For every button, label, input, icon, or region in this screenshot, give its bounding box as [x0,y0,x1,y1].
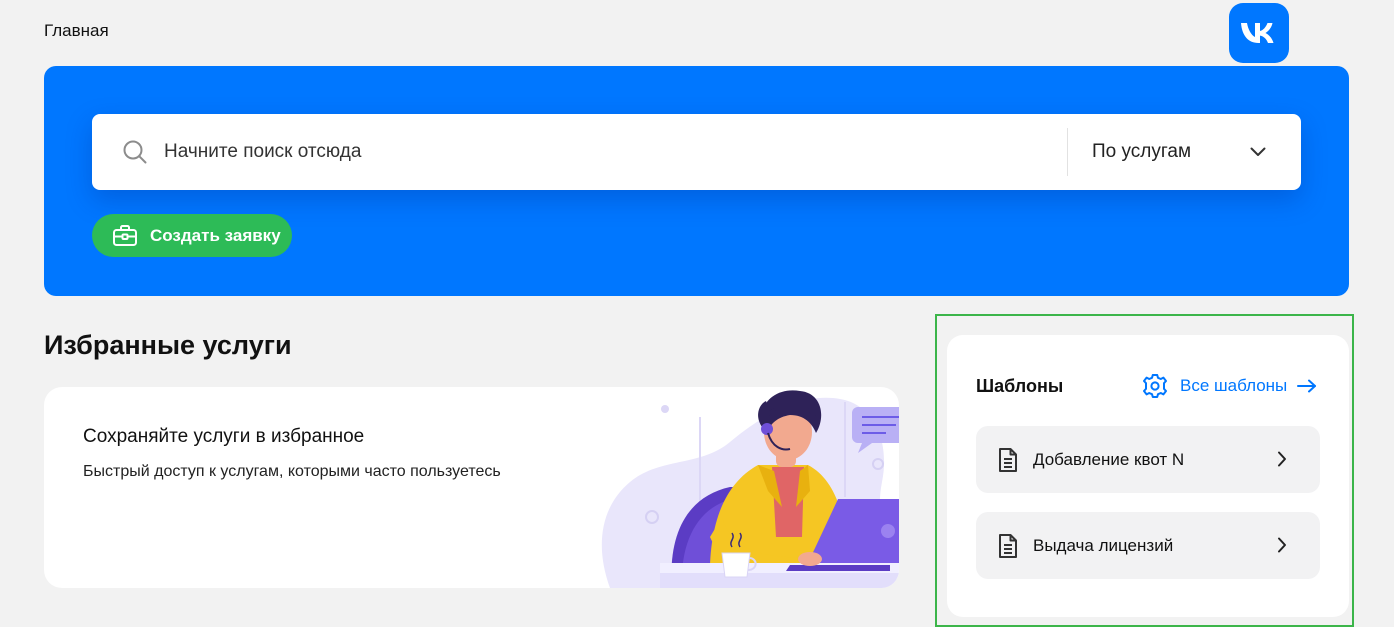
hero-banner: По услугам Создать заявку [44,66,1349,296]
vk-logo-icon[interactable] [1229,3,1289,63]
create-request-button[interactable]: Создать заявку [92,214,292,257]
chevron-down-icon [1250,144,1266,162]
search-scope-value: По услугам [1092,141,1192,162]
template-item[interactable]: Выдача лицензий [976,512,1320,579]
favorites-empty-title: Сохраняйте услуги в избранное [83,426,365,447]
all-templates-label: Все шаблоны [1180,376,1288,395]
chevron-right-icon [1277,451,1287,472]
templates-title: Шаблоны [976,376,1064,396]
template-item-label: Добавление квот N [1033,450,1185,469]
arrow-right-icon [1297,379,1317,393]
search-scope-select[interactable]: По услугам [1068,114,1301,190]
favorites-empty-card: Сохраняйте услуги в избранное Быстрый до… [44,387,899,588]
search-input[interactable] [164,114,1044,190]
favorites-title: Избранные услуги [44,330,292,360]
favorites-empty-text: Быстрый доступ к услугам, которыми часто… [83,463,501,480]
briefcase-icon [112,224,138,248]
search-bar: По услугам [92,114,1301,190]
create-request-label: Создать заявку [150,225,281,245]
all-templates-link[interactable]: Все шаблоны [1142,373,1317,399]
document-icon [998,533,1018,564]
template-item-label: Выдача лицензий [1033,536,1174,555]
templates-card: Шаблоны Все шаблоны Добавление квот N Вы… [947,335,1349,617]
template-item[interactable]: Добавление квот N [976,426,1320,493]
chevron-right-icon [1277,537,1287,558]
support-operator-illustration [601,390,899,588]
gear-icon [1142,373,1168,399]
search-icon [122,139,148,170]
document-icon [998,447,1018,478]
breadcrumb[interactable]: Главная [44,21,109,41]
